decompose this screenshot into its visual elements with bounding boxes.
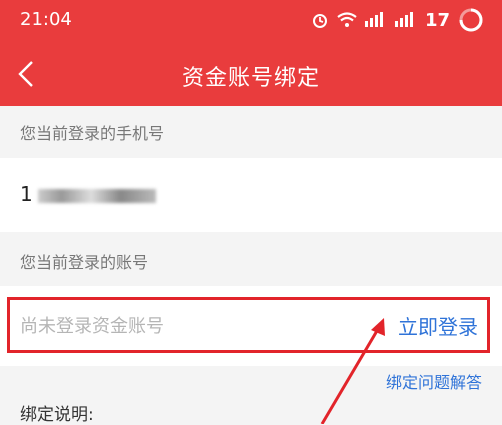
faq-link[interactable]: 绑定问题解答 xyxy=(386,369,482,393)
page-title: 资金账号绑定 xyxy=(181,66,320,91)
binding-notes-label: 绑定说明: xyxy=(20,405,94,425)
loading-ring-icon xyxy=(459,8,483,32)
masked-phone-blur xyxy=(37,188,156,203)
status-bar: 21:04 17 xyxy=(0,0,502,42)
battery-level: 17 xyxy=(424,9,450,31)
status-time: 21:04 xyxy=(20,9,72,30)
nav-bar: 资金账号绑定 xyxy=(0,42,502,106)
phone-section-label: 您当前登录的手机号 xyxy=(20,124,165,143)
signal-icon xyxy=(394,12,413,27)
signal-icon xyxy=(364,12,383,27)
account-placeholder: 尚未登录资金账号 xyxy=(20,316,164,337)
wifi-icon xyxy=(337,12,357,27)
account-section-label: 您当前登录的账号 xyxy=(20,253,149,272)
phone-value: 1 xyxy=(20,182,156,206)
status-icons: 17 xyxy=(311,6,484,34)
phone-row: 1 xyxy=(0,158,502,232)
login-now-link[interactable]: 立即登录 xyxy=(398,311,478,340)
phone-prefix: 1 xyxy=(20,182,34,206)
alarm-icon xyxy=(312,14,327,28)
